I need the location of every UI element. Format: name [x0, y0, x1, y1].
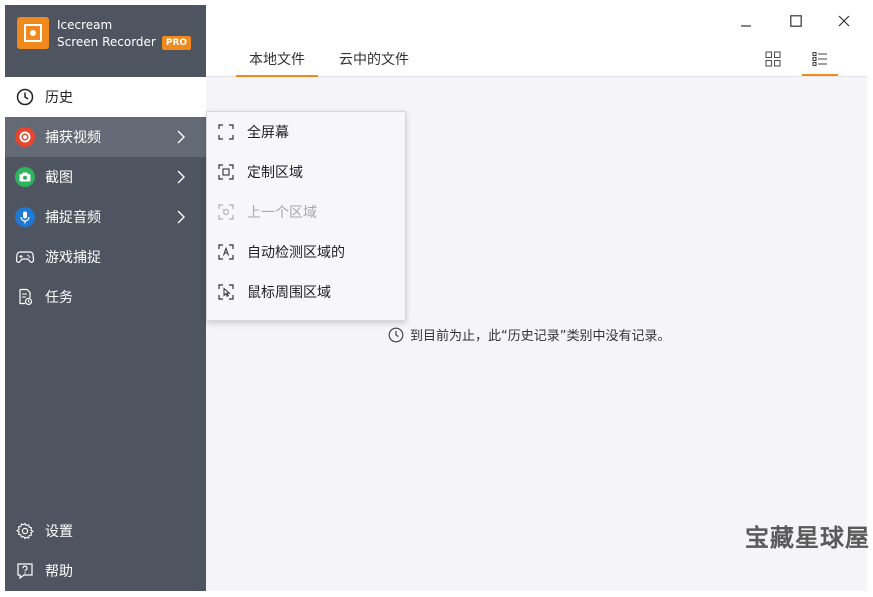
minimize-icon [741, 25, 751, 27]
sidebar-item-label: 任务 [45, 290, 73, 306]
sidebar-item-capture-video[interactable]: 捕获视频 [5, 117, 206, 157]
minimize-button[interactable] [734, 11, 758, 31]
menu-item-fullscreen[interactable]: 全屏幕 [207, 112, 405, 152]
sidebar-item-label: 截图 [45, 170, 73, 186]
sidebar-item-screenshot[interactable]: 截图 [5, 157, 206, 197]
app-name: Icecream Screen Recorder PRO [57, 17, 192, 51]
app-name-line2: Screen Recorder [57, 35, 156, 49]
clock-icon [15, 87, 35, 107]
sidebar-item-label: 游戏捕捉 [45, 250, 101, 266]
gear-icon [15, 521, 35, 541]
app-window: Icecream Screen Recorder PRO 历史 捕获视频 截图 … [5, 5, 867, 591]
menu-item-label: 自动检测区域的 [247, 245, 345, 261]
menu-item-label: 上一个区域 [247, 205, 317, 221]
record-icon [15, 127, 35, 147]
tab-cloud-files[interactable]: 云中的文件 [332, 49, 416, 76]
sidebar-item-label: 设置 [45, 524, 73, 540]
app-name-line1: Icecream [57, 18, 113, 32]
sidebar-item-label: 捕捉音频 [45, 210, 101, 226]
sidebar-item-help[interactable]: 帮助 [5, 551, 206, 591]
task-icon [15, 287, 35, 307]
maximize-button[interactable] [784, 11, 808, 31]
sidebar-item-game-capture[interactable]: 游戏捕捉 [5, 237, 206, 277]
watermark-text: 宝藏星球屋 [745, 524, 870, 552]
help-icon [15, 561, 35, 581]
maximize-icon [790, 15, 802, 27]
sidebar-item-label: 历史 [45, 90, 73, 106]
menu-item-around-mouse[interactable]: 鼠标周围区域 [207, 272, 405, 312]
sidebar-item-label: 帮助 [45, 564, 73, 580]
list-view-icon [812, 51, 827, 67]
clock-icon [388, 327, 404, 343]
custom-area-icon [217, 163, 235, 181]
menu-item-previous-area[interactable]: 上一个区域 [207, 192, 405, 232]
tab-local-files[interactable]: 本地文件 [236, 49, 318, 77]
close-button[interactable] [832, 11, 856, 31]
previous-area-icon [217, 203, 235, 221]
sidebar-bottom-nav: 设置 帮助 [5, 511, 206, 591]
auto-detect-icon [217, 243, 235, 261]
sidebar-item-tasks[interactable]: 任务 [5, 277, 206, 317]
sidebar-item-label: 捕获视频 [45, 130, 101, 146]
empty-state: 到目前为止，此“历史记录”类别中没有记录。 [388, 325, 670, 344]
empty-message: 到目前为止，此“历史记录”类别中没有记录。 [410, 329, 671, 344]
sidebar: Icecream Screen Recorder PRO 历史 捕获视频 截图 … [5, 5, 206, 591]
menu-item-label: 定制区域 [247, 165, 303, 181]
chevron-right-icon [177, 170, 185, 184]
around-mouse-icon [217, 283, 235, 301]
menu-item-label: 鼠标周围区域 [247, 285, 331, 301]
sidebar-item-history[interactable]: 历史 [5, 77, 206, 117]
list-view-button[interactable] [802, 47, 838, 76]
sidebar-item-capture-audio[interactable]: 捕捉音频 [5, 197, 206, 237]
chevron-right-icon [177, 210, 185, 224]
camera-icon [15, 167, 35, 187]
microphone-icon [15, 207, 35, 227]
menu-item-label: 全屏幕 [247, 125, 289, 141]
menu-item-auto-detect[interactable]: 自动检测区域的 [207, 232, 405, 272]
fullscreen-icon [217, 123, 235, 141]
sidebar-item-settings[interactable]: 设置 [5, 511, 206, 551]
chevron-right-icon [177, 130, 185, 144]
app-logo-icon [17, 17, 49, 49]
capture-video-submenu: 全屏幕 定制区域 上一个区域 自动检测区域的 鼠标周围区域 [206, 111, 406, 321]
brand: Icecream Screen Recorder PRO [5, 5, 206, 77]
top-bar: 本地文件 云中的文件 [206, 5, 867, 77]
grid-view-icon [765, 51, 781, 67]
sidebar-nav: 历史 捕获视频 截图 捕捉音频 游戏捕捉 任务 [5, 77, 206, 317]
grid-view-button[interactable] [761, 47, 785, 71]
close-icon [838, 15, 850, 27]
menu-item-custom-area[interactable]: 定制区域 [207, 152, 405, 192]
pro-badge: PRO [161, 36, 192, 50]
gamepad-icon [15, 247, 35, 267]
